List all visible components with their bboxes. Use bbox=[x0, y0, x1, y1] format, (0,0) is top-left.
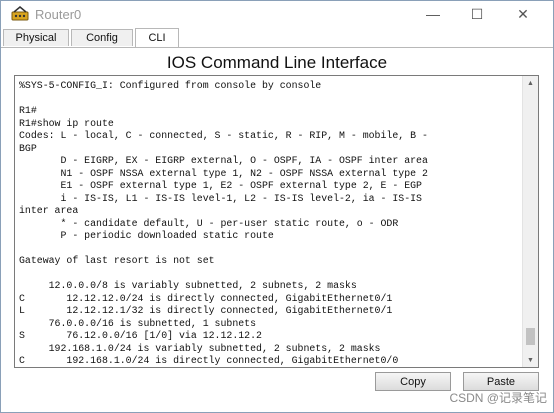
console-line: E1 - OSPF external type 1, E2 - OSPF ext… bbox=[60, 180, 422, 191]
console-line: C 12.12.12.0/24 is directly connected, G… bbox=[19, 292, 393, 304]
minimize-button[interactable]: — bbox=[411, 3, 455, 25]
close-button[interactable]: ✕ bbox=[501, 3, 545, 25]
minimize-icon: — bbox=[426, 6, 440, 22]
console-line: D - EIGRP, EX - EIGRP external, O - OSPF… bbox=[60, 155, 428, 166]
console-line: inter area bbox=[19, 205, 79, 216]
console-output[interactable]: %SYS-5-CONFIG_I: Configured from console… bbox=[19, 80, 519, 369]
console-line: L 192.168.1.254/32 is directly connected… bbox=[19, 368, 410, 369]
window-title: Router0 bbox=[35, 7, 82, 22]
maximize-button[interactable]: ☐ bbox=[455, 3, 499, 25]
watermark: CSDN @记录笔记 bbox=[449, 391, 547, 405]
vertical-scrollbar[interactable]: ▲ ▼ bbox=[522, 76, 538, 367]
console-line: R1# bbox=[19, 105, 37, 116]
title-bar[interactable]: Router0 — ☐ ✕ bbox=[1, 1, 553, 29]
console-line: 76.0.0.0/16 is subnetted, 1 subnets bbox=[48, 317, 257, 329]
close-icon: ✕ bbox=[517, 5, 529, 22]
console-line: R1#show ip route bbox=[19, 117, 114, 129]
console-line: 192.168.1.0/24 is variably subnetted, 2 … bbox=[48, 342, 381, 354]
console-line: Gateway of last resort is not set bbox=[19, 255, 215, 266]
page-title: IOS Command Line Interface bbox=[166, 53, 388, 72]
console-line: %SYS-5-CONFIG_I: Configured from console… bbox=[19, 80, 322, 91]
scroll-down-icon[interactable]: ▼ bbox=[523, 353, 538, 367]
router-window: Router0 — ☐ ✕ Physical Config CLI IOS Co… bbox=[0, 0, 554, 413]
console-line: BGP bbox=[19, 142, 37, 154]
router-icon bbox=[11, 6, 29, 21]
maximize-icon: ☐ bbox=[470, 5, 484, 22]
console-line: S 76.12.0.0/16 [1/0] via 12.12.12.2 bbox=[19, 330, 262, 341]
tab-bar: Physical Config CLI bbox=[1, 28, 553, 48]
scroll-up-icon[interactable]: ▲ bbox=[523, 76, 538, 90]
console-line: 12.0.0.0/8 is variably subnetted, 2 subn… bbox=[48, 280, 357, 291]
console-line: Codes: L - local, C - connected, S - sta… bbox=[19, 130, 428, 141]
console-line: L 12.12.12.1/32 is directly connected, G… bbox=[19, 305, 393, 316]
console-line: N1 - OSPF NSSA external type 1, N2 - OSP… bbox=[60, 167, 428, 179]
copy-button[interactable]: Copy bbox=[375, 372, 451, 391]
console-line: i - IS-IS, L1 - IS-IS level-1, L2 - IS-I… bbox=[60, 192, 422, 204]
tab-cli[interactable]: CLI bbox=[135, 28, 179, 47]
console-line: * - candidate default, U - per-user stat… bbox=[60, 217, 399, 229]
cli-console[interactable]: %SYS-5-CONFIG_I: Configured from console… bbox=[14, 75, 539, 368]
console-line: C 192.168.1.0/24 is directly connected, … bbox=[19, 355, 399, 366]
tab-config[interactable]: Config bbox=[71, 29, 133, 46]
console-line: P - periodic downloaded static route bbox=[60, 230, 274, 241]
scrollbar-thumb[interactable] bbox=[526, 328, 535, 345]
tab-physical[interactable]: Physical bbox=[3, 29, 69, 46]
